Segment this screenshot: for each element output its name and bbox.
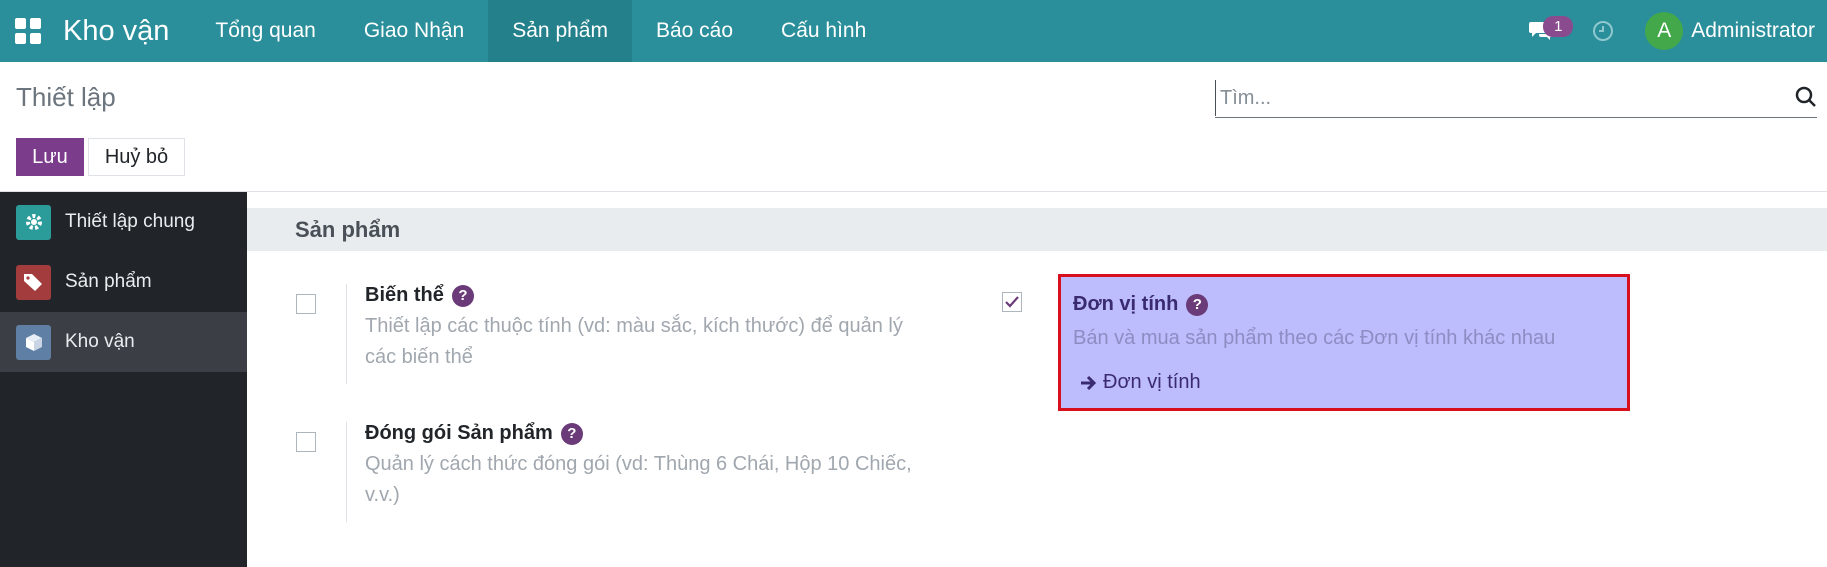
setting-description: Bán và mua sản phẩm theo các Đơn vị tính… — [1073, 327, 1556, 349]
sidebar-item-label: Sản phẩm — [65, 271, 152, 292]
search-input[interactable] — [1215, 80, 1775, 116]
page-title: Thiết lập — [16, 82, 116, 112]
sidebar-item-inventory[interactable]: Kho vận — [0, 312, 247, 372]
menu-item-tong-quan[interactable]: Tổng quan — [191, 0, 339, 62]
packaging-checkbox[interactable] — [296, 432, 316, 452]
setting-label: Đóng gói Sản phẩm ? — [365, 422, 946, 445]
setting-description-line: Thiết lập các thuộc tính (vd: màu sắc, k… — [365, 315, 903, 337]
help-icon[interactable]: ? — [560, 422, 583, 445]
setting-description-line: Quản lý cách thức đóng gói (vd: Thùng 6 … — [365, 453, 912, 475]
activity-button[interactable] — [1583, 11, 1623, 51]
user-menu[interactable]: Administrator — [1691, 19, 1815, 43]
settings-sidebar: Thiết lập chung Sản phẩm Kho vận — [0, 192, 247, 567]
top-navbar: Kho vận Tổng quan Giao Nhận Sản phẩm Báo… — [0, 0, 1827, 62]
sidebar-item-general-settings[interactable]: Thiết lập chung — [0, 192, 247, 252]
uom-checkbox[interactable] — [1002, 292, 1022, 312]
control-panel: Thiết lập Lưu Huỷ bỏ — [0, 62, 1827, 192]
setting-description-line: các biến thể — [365, 346, 473, 368]
navbar-systray: 1 A Administrator — [1521, 0, 1827, 62]
menu-item-bao-cao[interactable]: Báo cáo — [632, 0, 757, 62]
user-avatar[interactable]: A — [1645, 12, 1684, 50]
setting-packaging: Đóng gói Sản phẩm ? Quản lý cách thức đó… — [346, 422, 946, 522]
save-button[interactable]: Lưu — [16, 138, 84, 176]
box-icon — [16, 324, 51, 360]
main-menu: Tổng quan Giao Nhận Sản phẩm Báo cáo Cấu… — [191, 0, 890, 62]
search-bar — [1215, 80, 1817, 118]
setting-description-line: v.v.) — [365, 484, 400, 506]
setting-label-text: Đơn vị tính — [1073, 293, 1179, 315]
setting-variants: Biến thể ? Thiết lập các thuộc tính (vd:… — [346, 284, 946, 384]
setting-label: Biến thể ? — [365, 284, 946, 307]
setting-label: Đơn vị tính ? — [1073, 293, 1209, 316]
search-icon[interactable] — [1795, 86, 1817, 108]
tags-icon — [16, 264, 51, 300]
cancel-button[interactable]: Huỷ bỏ — [88, 138, 185, 176]
section-title: Sản phẩm — [247, 208, 1827, 251]
setting-uom-highlighted: Đơn vị tính ? Bán và mua sản phẩm theo c… — [1058, 274, 1630, 411]
sidebar-item-label: Thiết lập chung — [65, 211, 195, 232]
help-icon[interactable]: ? — [1186, 293, 1209, 316]
app-brand[interactable]: Kho vận — [63, 15, 169, 48]
setting-description: Quản lý cách thức đóng gói (vd: Thùng 6 … — [365, 449, 946, 511]
sidebar-item-products[interactable]: Sản phẩm — [0, 252, 247, 312]
setting-label-text: Biến thể — [365, 284, 444, 306]
menu-item-san-pham[interactable]: Sản phẩm — [488, 0, 632, 62]
messaging-button[interactable]: 1 — [1521, 11, 1574, 51]
apps-grid-icon[interactable] — [15, 18, 41, 44]
uom-link[interactable]: Đơn vị tính — [1079, 371, 1201, 394]
message-count-badge: 1 — [1543, 16, 1574, 37]
gear-icon — [16, 204, 51, 240]
setting-description: Thiết lập các thuộc tính (vd: màu sắc, k… — [365, 311, 946, 373]
checkmark-icon — [1005, 296, 1019, 308]
sidebar-item-label: Kho vận — [65, 331, 135, 352]
menu-item-cau-hinh[interactable]: Cấu hình — [757, 0, 890, 62]
arrow-right-icon — [1081, 375, 1097, 390]
setting-label-text: Đóng gói Sản phẩm — [365, 422, 553, 444]
clock-icon — [1593, 21, 1614, 41]
uom-link-label: Đơn vị tính — [1103, 371, 1201, 393]
help-icon[interactable]: ? — [451, 284, 474, 307]
variants-checkbox[interactable] — [296, 294, 316, 314]
menu-item-giao-nhan[interactable]: Giao Nhận — [340, 0, 488, 62]
